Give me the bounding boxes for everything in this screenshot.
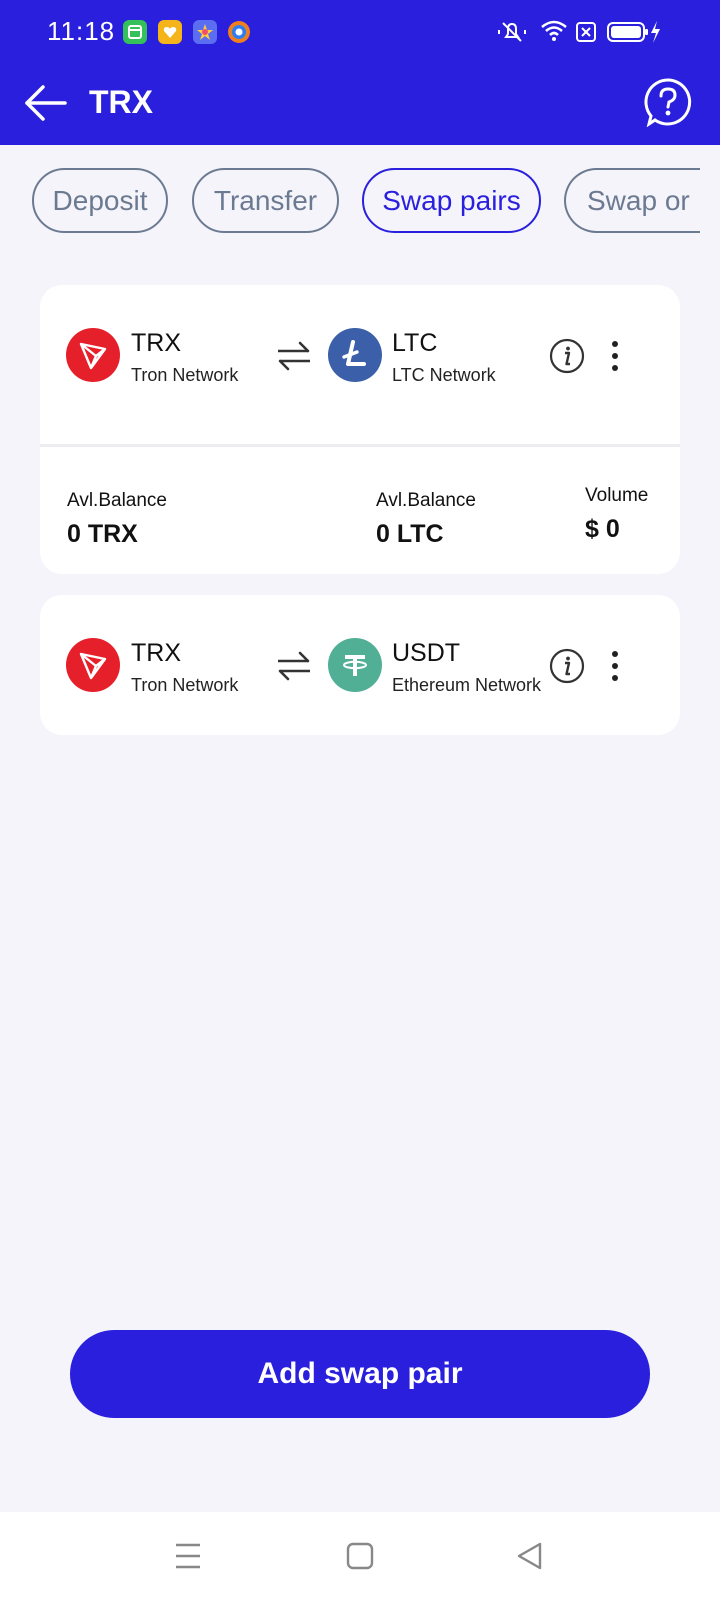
calendar-app-icon [123,20,147,44]
status-time: 11:18 [47,16,116,46]
from-coin-network: Tron Network [131,675,239,695]
swap-arrows-icon [278,651,310,681]
home-square-icon[interactable] [340,1536,380,1576]
card-divider [40,444,680,447]
tab-transfer[interactable]: Transfer [192,168,339,233]
volume-value: $ 0 [585,515,620,543]
star-app-icon [193,20,217,44]
wifi-icon [540,19,568,43]
swap-pair-row: TRX Tron Network LTC LTC Network [40,285,680,425]
to-coin-network: LTC Network [392,365,496,385]
help-question-icon [644,78,692,128]
browser-app-icon [227,20,251,44]
from-coin-symbol: TRX [131,329,181,357]
add-swap-pair-button[interactable]: Add swap pair [70,1330,650,1418]
tab-swap-orders[interactable]: Swap or [564,168,700,233]
info-icon[interactable] [549,648,585,684]
swap-pair-card[interactable]: TRX Tron Network LTC LTC Network Avl.Bal… [40,285,680,574]
back-triangle-icon[interactable] [510,1536,550,1576]
info-icon[interactable] [549,338,585,374]
help-button[interactable] [643,77,693,128]
silent-icon [497,20,527,44]
back-button[interactable] [20,78,70,128]
trx-logo-icon [66,328,120,382]
tab-bar: Deposit Transfer Swap pairs Swap or [0,168,700,236]
swap-arrows-icon [278,341,310,371]
from-balance-label: Avl.Balance [67,490,167,511]
battery-charging-icon [607,19,663,45]
ltc-logo-icon [328,328,382,382]
app-bar: TRX [0,64,720,145]
sim-x-icon [575,20,597,44]
trx-logo-icon [66,638,120,692]
page-title: TRX [89,84,153,120]
to-balance-value: 0 LTC [376,520,444,548]
to-coin-symbol: USDT [392,639,461,667]
swap-pair-card[interactable]: TRX Tron Network USDT Ethereum Network [40,595,680,735]
tab-swap-pairs[interactable]: Swap pairs [362,168,541,233]
heart-app-icon [158,20,182,44]
to-balance-label: Avl.Balance [376,490,476,511]
more-vertical-icon[interactable] [605,338,625,374]
status-bar: 11:18 [0,0,720,64]
tab-deposit[interactable]: Deposit [32,168,168,233]
more-vertical-icon[interactable] [605,648,625,684]
system-nav-bar [0,1512,720,1600]
to-coin-network: Ethereum Network [392,675,542,695]
from-coin-network: Tron Network [131,365,239,385]
from-balance-value: 0 TRX [67,520,138,548]
swap-pair-row: TRX Tron Network USDT Ethereum Network [40,595,680,735]
app-header: 11:18 TRX [0,0,720,145]
from-coin-symbol: TRX [131,639,181,667]
arrow-left-icon [25,85,67,121]
usdt-logo-icon [328,638,382,692]
to-coin-symbol: LTC [392,329,438,357]
volume-label: Volume [585,485,649,506]
menu-icon[interactable] [168,1536,208,1576]
